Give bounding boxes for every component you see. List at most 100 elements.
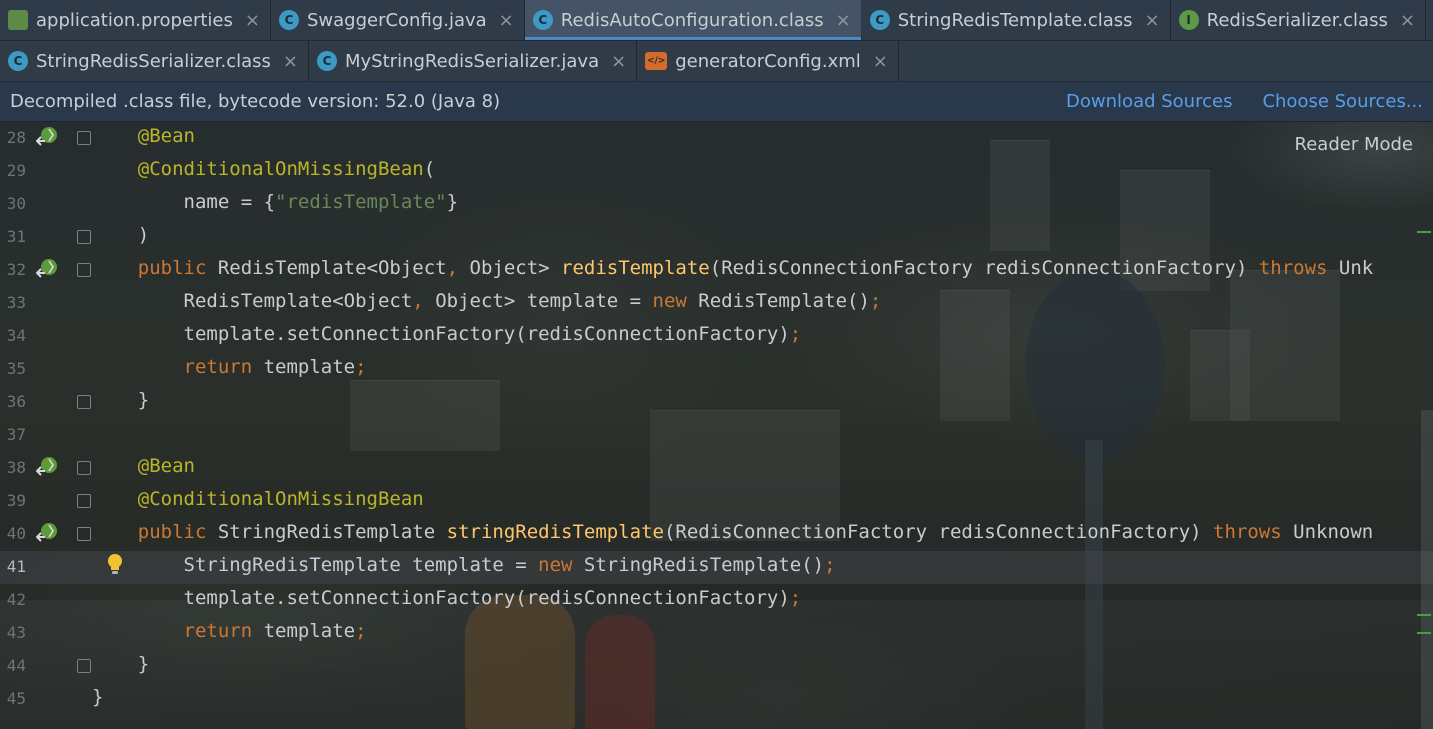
- close-icon[interactable]: ×: [1145, 10, 1160, 31]
- fold-toggle-icon[interactable]: [77, 395, 91, 409]
- code-token: public: [92, 521, 218, 543]
- download-sources-link[interactable]: Download Sources: [1066, 91, 1232, 112]
- spring-bean-icon[interactable]: [36, 126, 58, 148]
- code-token: ,: [446, 257, 470, 279]
- code-text: StringRedisTemplate template = new Strin…: [92, 554, 836, 576]
- tab-label: generatorConfig.xml: [675, 50, 861, 72]
- code-token: RedisTemplate(): [698, 290, 870, 312]
- editor-scrollbar[interactable]: [1421, 410, 1433, 729]
- code-token: template.setConnectionFactory(redisConne…: [92, 323, 790, 345]
- code-token: ;: [869, 290, 882, 312]
- code-line[interactable]: 32 public RedisTemplate<Object, Object> …: [0, 254, 1433, 287]
- code-token: return: [92, 620, 264, 642]
- close-icon[interactable]: ×: [1400, 10, 1415, 31]
- line-number: 44: [6, 656, 26, 675]
- tab-label: StringRedisTemplate.class: [897, 9, 1133, 31]
- code-token: template: [263, 356, 356, 378]
- reader-mode-button[interactable]: Reader Mode: [1295, 134, 1413, 155]
- editor-tabs-row-2: C StringRedisSerializer.class × C MyStringRe…: [0, 41, 1433, 82]
- code-token: ;: [355, 620, 367, 642]
- close-icon[interactable]: ×: [499, 10, 514, 31]
- code-line[interactable]: 42 template.setConnectionFactory(redisCo…: [0, 584, 1433, 617]
- editor-tab[interactable]: </> generatorConfig.xml ×: [637, 41, 899, 81]
- editor-tab[interactable]: C MyStringRedisSerializer.java ×: [309, 41, 638, 81]
- code-token: ;: [789, 587, 802, 609]
- line-number: 42: [6, 590, 26, 609]
- class-file-icon: C: [869, 10, 890, 30]
- line-number: 32: [6, 260, 26, 279]
- interface-file-icon: I: [1178, 10, 1199, 30]
- class-icon: C: [317, 51, 337, 71]
- editor-tab[interactable]: C RedisAutoConfiguration.class ×: [524, 0, 862, 40]
- editor-tab[interactable]: application.properties ×: [0, 0, 271, 40]
- code-line[interactable]: 40 public StringRedisTemplate stringRedi…: [0, 518, 1433, 551]
- code-text: @Bean: [92, 125, 195, 147]
- code-line[interactable]: 31 ): [0, 221, 1433, 254]
- code-token: name = {: [92, 191, 276, 213]
- code-editor[interactable]: 28 @Bean 29 @ConditionalOnMissingBean(30 …: [0, 122, 1433, 729]
- code-token: @Bean: [92, 125, 195, 147]
- change-marker: [1417, 614, 1431, 616]
- code-token: }: [92, 686, 104, 708]
- code-line[interactable]: 39 @ConditionalOnMissingBean: [0, 485, 1433, 518]
- choose-sources-link[interactable]: Choose Sources...: [1262, 91, 1423, 112]
- code-line[interactable]: 38 @Bean: [0, 452, 1433, 485]
- close-icon[interactable]: ×: [283, 51, 298, 72]
- properties-file-icon: [8, 10, 28, 30]
- fold-toggle-icon[interactable]: [77, 131, 91, 145]
- tab-label: RedisSerializer.class: [1206, 9, 1388, 31]
- spring-bean-icon[interactable]: [36, 522, 58, 544]
- change-marker: [1417, 231, 1431, 233]
- code-token: StringRedisTemplate(): [583, 554, 825, 576]
- fold-toggle-icon[interactable]: [77, 659, 91, 673]
- line-number: 34: [6, 326, 26, 345]
- fold-toggle-icon[interactable]: [77, 527, 91, 541]
- code-token: ;: [824, 554, 836, 576]
- code-token: "redisTemplate": [275, 191, 447, 213]
- fold-toggle-icon[interactable]: [77, 263, 91, 277]
- editor-tab[interactable]: C StringRedisSerializer.class ×: [0, 41, 309, 81]
- editor-tab[interactable]: I RedisSerializer.class ×: [1171, 0, 1426, 40]
- code-token: stringRedisTemplate: [446, 521, 664, 543]
- code-line[interactable]: 45}: [0, 683, 1433, 716]
- code-line[interactable]: 30 name = {"redisTemplate"}: [0, 188, 1433, 221]
- code-token: Unk: [1338, 257, 1374, 279]
- code-text: return template;: [92, 620, 367, 642]
- code-token: public: [92, 257, 218, 279]
- code-line[interactable]: 36 }: [0, 386, 1433, 419]
- code-line[interactable]: 29 @ConditionalOnMissingBean(: [0, 155, 1433, 188]
- code-text: RedisTemplate<Object, Object> template =…: [92, 290, 882, 312]
- fold-toggle-icon[interactable]: [77, 230, 91, 244]
- code-line[interactable]: 34 template.setConnectionFactory(redisCo…: [0, 320, 1433, 353]
- editor-tab[interactable]: C StringRedisTemplate.class ×: [862, 0, 1171, 40]
- code-token: (: [423, 158, 436, 180]
- code-token: @ConditionalOnMissingBean: [92, 158, 424, 180]
- fold-toggle-icon[interactable]: [77, 461, 91, 475]
- code-token: template: [263, 620, 356, 642]
- code-token: RedisTemplate<Object: [217, 257, 447, 279]
- code-token: }: [92, 389, 150, 411]
- tab-label: application.properties: [36, 9, 233, 31]
- code-token: }: [446, 191, 459, 213]
- spring-bean-icon[interactable]: [36, 258, 58, 280]
- code-text: @ConditionalOnMissingBean: [92, 488, 424, 510]
- code-line[interactable]: 28 @Bean: [0, 122, 1433, 155]
- code-line[interactable]: 35 return template;: [0, 353, 1433, 386]
- close-icon[interactable]: ×: [836, 10, 851, 31]
- line-number: 40: [6, 524, 26, 543]
- line-number: 31: [6, 227, 26, 246]
- close-icon[interactable]: ×: [873, 51, 888, 72]
- close-icon[interactable]: ×: [611, 51, 626, 72]
- editor-tab[interactable]: C SwaggerConfig.java ×: [271, 0, 525, 40]
- fold-toggle-icon[interactable]: [77, 494, 91, 508]
- code-line[interactable]: 33 RedisTemplate<Object, Object> templat…: [0, 287, 1433, 320]
- code-line[interactable]: 44 }: [0, 650, 1433, 683]
- spring-bean-icon[interactable]: [36, 456, 58, 478]
- code-line[interactable]: 43 return template;: [0, 617, 1433, 650]
- code-line[interactable]: 37: [0, 419, 1433, 452]
- code-text: @ConditionalOnMissingBean(: [92, 158, 435, 180]
- line-number: 28: [6, 128, 26, 147]
- code-token: RedisTemplate<Object: [92, 290, 413, 312]
- code-line[interactable]: 41 StringRedisTemplate template = new St…: [0, 551, 1433, 584]
- close-icon[interactable]: ×: [245, 10, 260, 31]
